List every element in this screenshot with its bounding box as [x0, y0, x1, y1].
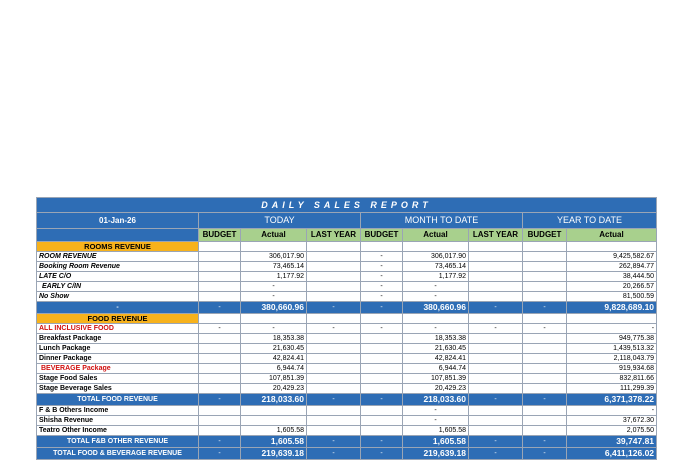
col-budget: BUDGET	[198, 228, 241, 242]
table-row: Shisha Revenue - 37,672.30	[36, 415, 658, 426]
table-row: Stage Beverage Sales 20,429.23 20,429.23…	[36, 383, 658, 394]
blank-cell	[36, 228, 199, 242]
mtd-header: MONTH TO DATE	[360, 212, 523, 229]
col-last-year: LAST YEAR	[306, 228, 361, 242]
grand-total-row: TOTAL FOOD & BEVERAGE REVENUE - 219,639.…	[36, 447, 658, 460]
table-row: LATE C/O 1,177.92 - 1,177.92 38,444.50	[36, 271, 658, 282]
all-inclusive-label: ALL INCLUSIVE FOOD	[36, 323, 199, 334]
today-header: TODAY	[198, 212, 361, 229]
table-row: ALL INCLUSIVE FOOD --- --- --	[36, 323, 658, 334]
table-row: Stage Food Sales 107,851.39 107,851.39 8…	[36, 373, 658, 384]
other-total-row: TOTAL F&B OTHER REVENUE - 1,605.58 - - 1…	[36, 435, 658, 448]
report-date: 01-Jan-26	[36, 212, 199, 229]
table-row: Booking Room Revenue 73,465.14 - 73,465.…	[36, 261, 658, 272]
col-actual: Actual	[402, 228, 469, 242]
rooms-section-label: ROOMS REVENUE	[36, 241, 199, 252]
table-row: EARLY C/IN - - - 20,266.57	[36, 281, 658, 292]
col-budget: BUDGET	[522, 228, 567, 242]
rooms-total-row: - - 380,660.96 - - 380,660.96 - - 9,828,…	[36, 301, 658, 314]
table-row: Dinner Package 42,824.41 42,824.41 2,118…	[36, 353, 658, 364]
table-row: ROOM REVENUE 306,017.90 - 306,017.90 9,4…	[36, 251, 658, 262]
table-row: F & B Others Income - -	[36, 405, 658, 416]
food-section-label: FOOD REVENUE	[36, 313, 199, 324]
col-budget: BUDGET	[360, 228, 403, 242]
col-actual: Actual	[240, 228, 307, 242]
col-last-year: LAST YEAR	[468, 228, 523, 242]
table-row: Breakfast Package 18,353.38 18,353.38 94…	[36, 333, 658, 344]
table-row: BEVERAGE Package 6,944.74 6,944.74 919,9…	[36, 363, 658, 374]
table-row: Lunch Package 21,630.45 21,630.45 1,439,…	[36, 343, 658, 354]
food-total-row: TOTAL FOOD REVENUE - 218,033.60 - - 218,…	[36, 393, 658, 406]
col-actual: Actual	[565, 228, 658, 242]
ytd-header: YEAR TO DATE	[521, 212, 658, 229]
report-table: DAILY SALES REPORT 01-Jan-26 TODAY MONTH…	[35, 197, 658, 460]
report-title: DAILY SALES REPORT	[35, 197, 658, 213]
table-row: No Show - - - 81,500.59	[36, 291, 658, 302]
daily-sales-report: DAILY SALES REPORT 01-Jan-26 TODAY MONTH…	[35, 197, 658, 460]
table-row: Teatro Other Income 1,605.58 1,605.58 2,…	[36, 425, 658, 436]
